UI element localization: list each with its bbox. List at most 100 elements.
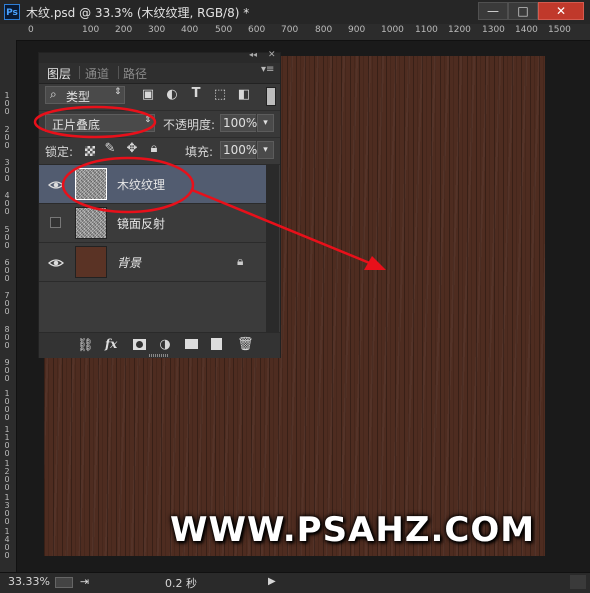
ruler-label: 1200 xyxy=(448,25,471,35)
ruler-label: 200 xyxy=(115,25,133,35)
blend-row: 正片叠底 ⇕ 不透明度: 100% ▾ xyxy=(39,110,280,137)
layers-panel: ◂◂ ✕ 图层 通道 路径 ▾≡ ⌕ 类型 ⇕ ▣ ◐ T ⬚ ◧ 正片叠底 ⇕… xyxy=(38,50,281,358)
layer-name: 背景 xyxy=(117,256,142,270)
lock-transparency-icon[interactable] xyxy=(85,146,95,156)
blend-mode-select[interactable]: 正片叠底 ⇕ xyxy=(45,114,155,132)
zoom-level[interactable]: 33.33% xyxy=(8,575,50,588)
layer-row-specular[interactable]: 镜面反射 xyxy=(39,204,267,243)
layers-scrollbar[interactable] xyxy=(266,165,279,333)
ruler-label: 0 xyxy=(28,25,34,35)
ruler-label: 1400 xyxy=(515,25,538,35)
opacity-label: 不透明度: xyxy=(163,118,216,132)
layers-list: 木纹纹理 镜面反射 背景 🔒︎ xyxy=(39,164,280,333)
watermark-text: WWW.PSAHZ.COM xyxy=(170,510,536,550)
ruler-label: 1500 xyxy=(548,25,571,35)
tab-layers[interactable]: 图层 xyxy=(47,65,71,82)
tab-paths[interactable]: 路径 xyxy=(123,65,147,82)
search-icon: ⌕ xyxy=(50,87,57,101)
visibility-empty-box[interactable] xyxy=(50,217,61,228)
ruler-label: 700 xyxy=(281,25,299,35)
horizontal-ruler[interactable]: 0 100 200 300 400 500 600 700 800 900 10… xyxy=(0,24,590,41)
ruler-label: 600 xyxy=(248,25,266,35)
lock-all-icon[interactable]: 🔒︎ xyxy=(147,141,161,156)
layer-row-background[interactable]: 背景 🔒︎ xyxy=(39,243,267,282)
minimize-button[interactable]: — xyxy=(478,2,508,20)
panel-tabs: 图层 通道 路径 ▾≡ xyxy=(39,63,280,84)
close-panel-icon[interactable]: ✕ xyxy=(268,50,276,60)
lock-row: 锁定: ✎ ✥ 🔒︎ 填充: 100% ▾ xyxy=(39,137,280,164)
export-icon[interactable]: ⇥ xyxy=(80,575,89,588)
layer-thumbnail xyxy=(75,207,107,239)
ruler-label: 6 0 0 xyxy=(4,258,10,283)
image-filter-icon[interactable]: ▣ xyxy=(141,87,155,102)
vertical-ruler[interactable]: 1 0 0 2 0 0 3 0 0 4 0 0 5 0 0 6 0 0 7 0 … xyxy=(0,40,17,572)
ruler-label: 1 2 0 0 xyxy=(4,459,10,492)
opacity-slider-button[interactable]: ▾ xyxy=(257,114,274,132)
ruler-label: 1000 xyxy=(381,25,404,35)
maximize-button[interactable]: □ xyxy=(508,2,538,20)
link-layers-icon[interactable]: ⛓ xyxy=(77,338,94,353)
status-menu-arrow-icon[interactable]: ▶ xyxy=(268,576,276,587)
ruler-label: 9 0 0 xyxy=(4,358,10,383)
document-title: 木纹.psd @ 33.3% (木纹纹理, RGB/8) * xyxy=(26,6,250,20)
dropdown-arrow-icon: ⇕ xyxy=(144,115,152,125)
fill-slider-button[interactable]: ▾ xyxy=(257,141,274,159)
resize-grip[interactable] xyxy=(149,354,169,357)
filter-toggle-switch[interactable] xyxy=(266,87,276,106)
status-bar: 33.33% ⇥ 0.2 秒 ▶ xyxy=(0,572,590,593)
ruler-label: 1 0 0 xyxy=(4,91,10,116)
lock-icon: 🔒︎ xyxy=(237,254,244,268)
ruler-label: 500 xyxy=(215,25,233,35)
ruler-label: 4 0 0 xyxy=(4,191,10,216)
share-icon[interactable] xyxy=(55,577,73,588)
delete-layer-icon[interactable]: 🗑︎ xyxy=(237,337,254,352)
opacity-input[interactable]: 100% xyxy=(220,114,258,132)
ruler-label: 8 0 0 xyxy=(4,325,10,350)
ruler-label: 400 xyxy=(181,25,199,35)
ruler-label: 1 4 0 0 xyxy=(4,527,10,560)
timing-info: 0.2 秒 xyxy=(165,577,197,590)
adjustment-layer-icon[interactable]: ◑ xyxy=(157,337,173,352)
opacity-value: 100% xyxy=(223,116,258,130)
panel-bottom-bar: ⛓ fx ◑ 🗑︎ xyxy=(39,332,280,358)
lock-pixels-brush-icon[interactable]: ✎ xyxy=(103,141,117,156)
smart-object-filter-icon[interactable]: ◧ xyxy=(237,87,251,102)
lock-label: 锁定: xyxy=(45,145,74,159)
layer-thumbnail xyxy=(75,246,107,278)
scroll-corner xyxy=(570,575,586,589)
visibility-eye-icon[interactable] xyxy=(48,255,64,271)
fill-input[interactable]: 100% xyxy=(220,141,257,159)
lock-position-move-icon[interactable]: ✥ xyxy=(125,141,139,156)
ruler-label: 800 xyxy=(315,25,333,35)
layer-filter-select[interactable]: ⌕ 类型 ⇕ xyxy=(45,86,125,104)
new-group-icon[interactable] xyxy=(185,339,198,349)
shape-filter-icon[interactable]: ⬚ xyxy=(213,87,227,102)
filter-row: ⌕ 类型 ⇕ ▣ ◐ T ⬚ ◧ xyxy=(39,83,280,109)
visibility-eye-icon[interactable] xyxy=(48,177,64,193)
dropdown-arrow-icon: ⇕ xyxy=(114,87,122,97)
ruler-label: 1 3 0 0 xyxy=(4,493,10,526)
layer-thumbnail xyxy=(75,168,107,200)
tab-divider xyxy=(79,66,80,79)
adjustment-filter-icon[interactable]: ◐ xyxy=(165,87,179,102)
ruler-label: 300 xyxy=(148,25,166,35)
fx-icon[interactable]: fx xyxy=(105,337,117,351)
ruler-label: 900 xyxy=(348,25,366,35)
new-layer-icon[interactable] xyxy=(211,338,222,350)
close-button[interactable]: ✕ xyxy=(538,2,584,20)
collapse-panel-icon[interactable]: ◂◂ xyxy=(249,50,257,59)
ruler-label: 1100 xyxy=(415,25,438,35)
ruler-label: 5 0 0 xyxy=(4,225,10,250)
panel-header[interactable]: ◂◂ ✕ xyxy=(39,50,280,63)
layer-name: 镜面反射 xyxy=(117,217,166,231)
type-filter-icon[interactable]: T xyxy=(189,86,203,101)
layer-row-wood-texture[interactable]: 木纹纹理 xyxy=(39,165,267,204)
tab-channels[interactable]: 通道 xyxy=(85,65,109,82)
filter-type-value: 类型 xyxy=(66,90,91,104)
add-mask-icon[interactable] xyxy=(133,339,146,350)
ruler-label: 100 xyxy=(82,25,100,35)
title-bar: Ps 木纹.psd @ 33.3% (木纹纹理, RGB/8) * — □ ✕ xyxy=(0,0,590,24)
ruler-label: 2 0 0 xyxy=(4,125,10,150)
ruler-label: 1300 xyxy=(482,25,505,35)
panel-menu-icon[interactable]: ▾≡ xyxy=(261,64,274,75)
